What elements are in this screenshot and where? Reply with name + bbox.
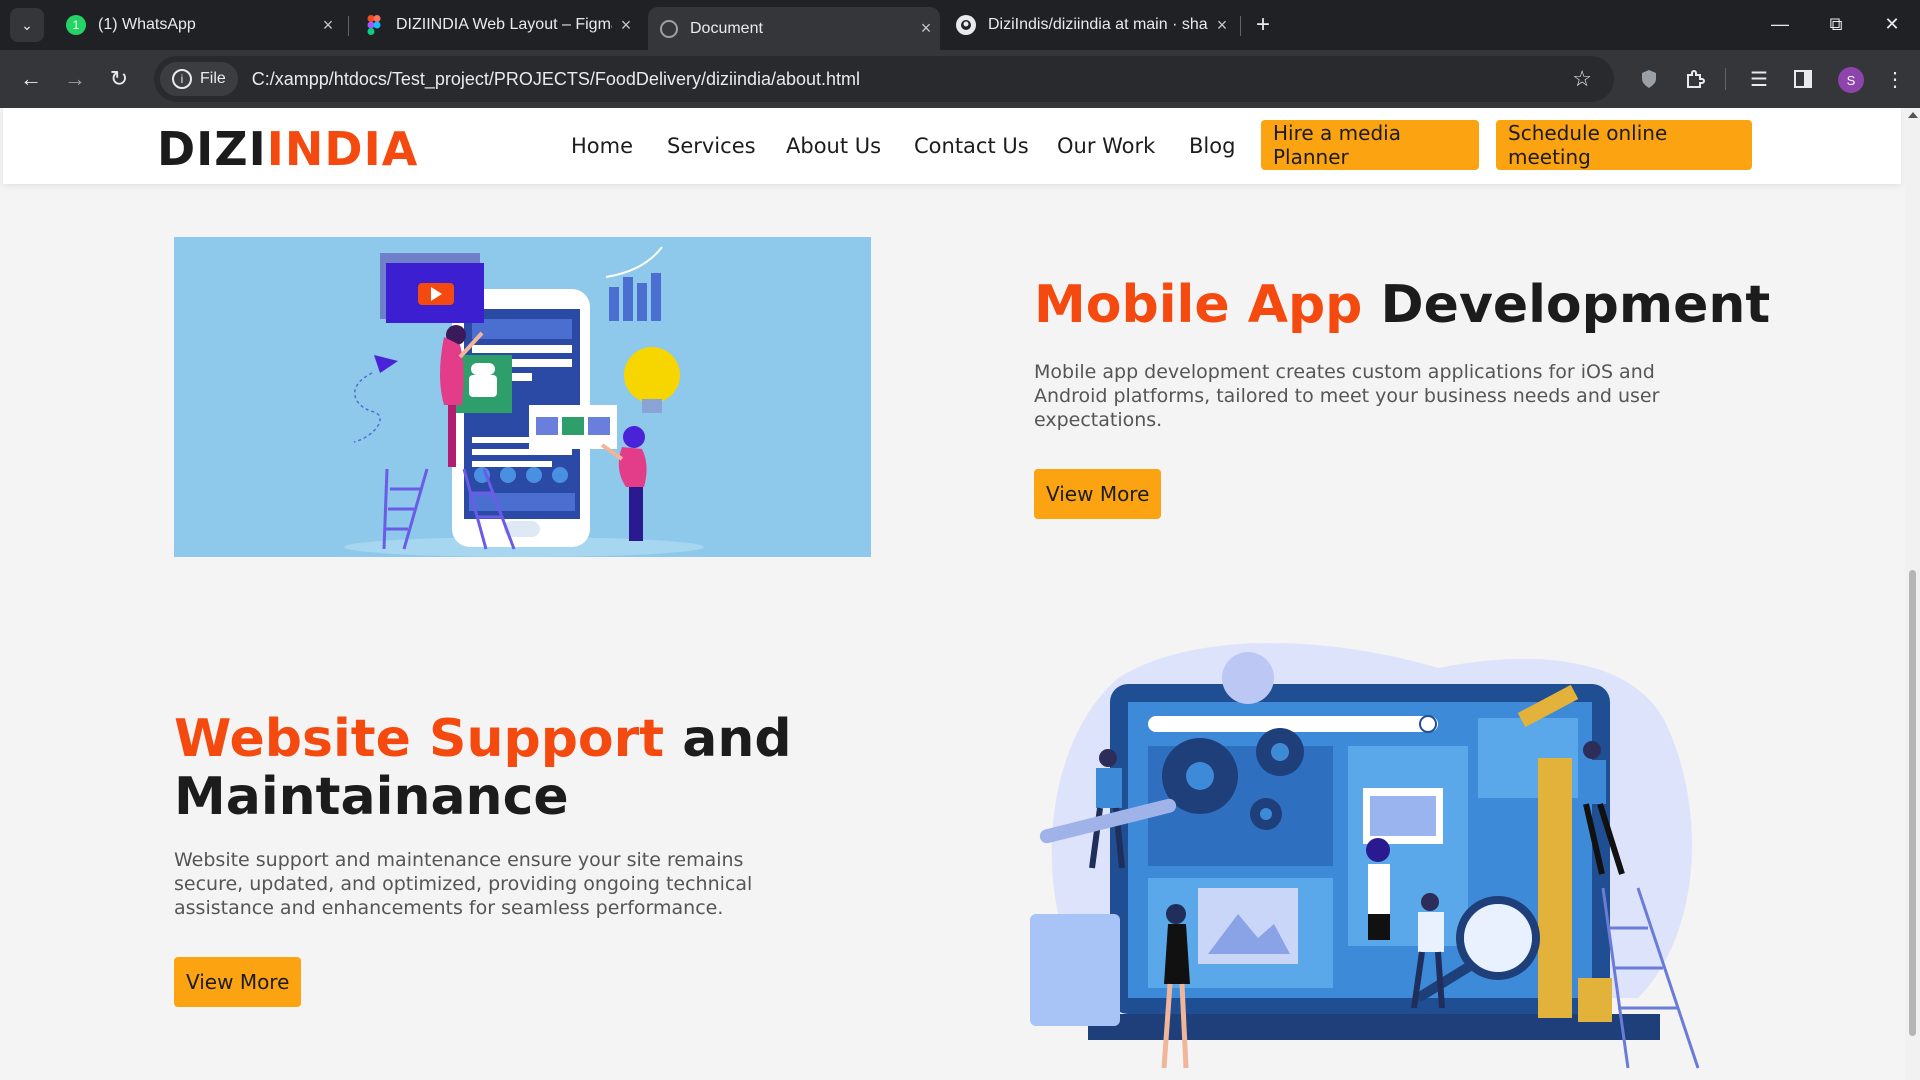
browser-tab-bar: ⌄ 1 (1) WhatsApp × DIZIINDIA Web Layout … [0,0,1920,50]
schedule-meeting-button[interactable]: Schedule online meeting [1496,120,1752,170]
url-text[interactable]: C:/xampp/htdocs/Test_project/PROJECTS/Fo… [252,69,860,90]
website-support-heading: Website Support and Maintainance [174,710,794,826]
media-queue-icon[interactable]: ☰ [1744,64,1774,94]
tab-title: DIZIINDIA Web Layout – Figma [396,16,612,33]
more-menu-icon[interactable]: ⋮ [1880,64,1910,94]
shield-extension-icon[interactable] [1634,64,1664,94]
site-header: DIZIINDIA Home Services About Us Contact… [3,108,1901,184]
info-icon: i [172,69,192,89]
page-viewport: DIZIINDIA Home Services About Us Contact… [0,108,1920,1080]
scrollbar-thumb[interactable] [1909,570,1916,1036]
tab-document[interactable]: Document × [648,7,940,50]
close-window-icon[interactable]: ✕ [1864,6,1920,42]
hire-media-planner-button[interactable]: Hire a media Planner [1261,120,1479,170]
tab-title: (1) WhatsApp [98,16,196,33]
chip-label: File [200,70,226,87]
nav-contact-us[interactable]: Contact Us [914,134,1029,158]
address-bar[interactable]: i File C:/xampp/htdocs/Test_project/PROJ… [154,56,1614,102]
logo-text-dizi: DIZI [157,122,267,176]
mobile-app-view-more-button[interactable]: View More [1034,469,1162,519]
heading-highlight: Mobile App [1034,275,1363,335]
tab-divider [1240,16,1241,36]
new-tab-button[interactable]: + [1248,8,1278,42]
mobile-app-description: Mobile app development creates custom ap… [1034,361,1660,431]
tab-figma[interactable]: DIZIINDIA Web Layout – Figma × [352,7,640,43]
site-info-chip[interactable]: i File [160,62,238,96]
tab-close-icon[interactable]: × [612,15,640,36]
figma-icon [364,15,384,35]
tab-whatsapp[interactable]: 1 (1) WhatsApp × [54,7,342,43]
mobile-app-heading: Mobile App Development [1034,276,1770,334]
bookmark-star-icon[interactable]: ☆ [1572,66,1592,92]
forward-icon[interactable]: → [58,62,92,96]
toolbar-divider [1725,68,1726,90]
mobile-app-illustration [174,237,871,557]
website-support-view-more-button[interactable]: View More [174,957,302,1007]
tab-close-icon[interactable]: × [314,15,342,36]
back-icon[interactable]: ← [14,62,48,96]
tab-divider [348,16,349,36]
github-icon [956,15,976,35]
globe-icon [660,19,678,38]
scroll-up-arrow-icon[interactable] [1908,112,1918,118]
tab-close-icon[interactable]: × [912,18,940,39]
nav-home[interactable]: Home [571,134,633,158]
nav-our-work[interactable]: Our Work [1057,134,1155,158]
logo-text-india: INDIA [266,122,419,176]
restore-icon[interactable]: ⧉ [1808,6,1864,42]
side-panel-icon[interactable] [1788,64,1818,94]
website-support-description: Website support and maintenance ensure y… [174,849,753,919]
tab-search-chevron-icon[interactable]: ⌄ [10,8,44,42]
page-scrollbar[interactable] [1905,108,1920,1080]
minimize-icon[interactable]: — [1752,6,1808,42]
extensions-puzzle-icon[interactable] [1680,64,1710,94]
heading-rest-line2: Maintainance [174,767,569,827]
nav-services[interactable]: Services [667,134,756,158]
heading-rest: and [682,709,792,769]
whatsapp-icon: 1 [66,15,86,35]
nav-blog[interactable]: Blog [1189,134,1235,158]
tab-title: DiziIndis/diziindia at main · shar [988,16,1208,33]
heading-highlight: Website Support [174,709,665,769]
reload-icon[interactable]: ↻ [102,62,136,96]
site-logo[interactable]: DIZIINDIA [157,122,418,176]
tab-close-icon[interactable]: × [1208,15,1236,36]
tab-github[interactable]: DiziIndis/diziindia at main · shar × [944,7,1236,43]
heading-rest: Development [1380,275,1771,335]
browser-toolbar: ← → ↻ i File C:/xampp/htdocs/Test_projec… [0,50,1920,108]
tab-title: Document [690,19,763,37]
website-maintenance-illustration [1030,643,1700,1069]
nav-about-us[interactable]: About Us [786,134,881,158]
profile-avatar[interactable]: S [1838,67,1864,93]
